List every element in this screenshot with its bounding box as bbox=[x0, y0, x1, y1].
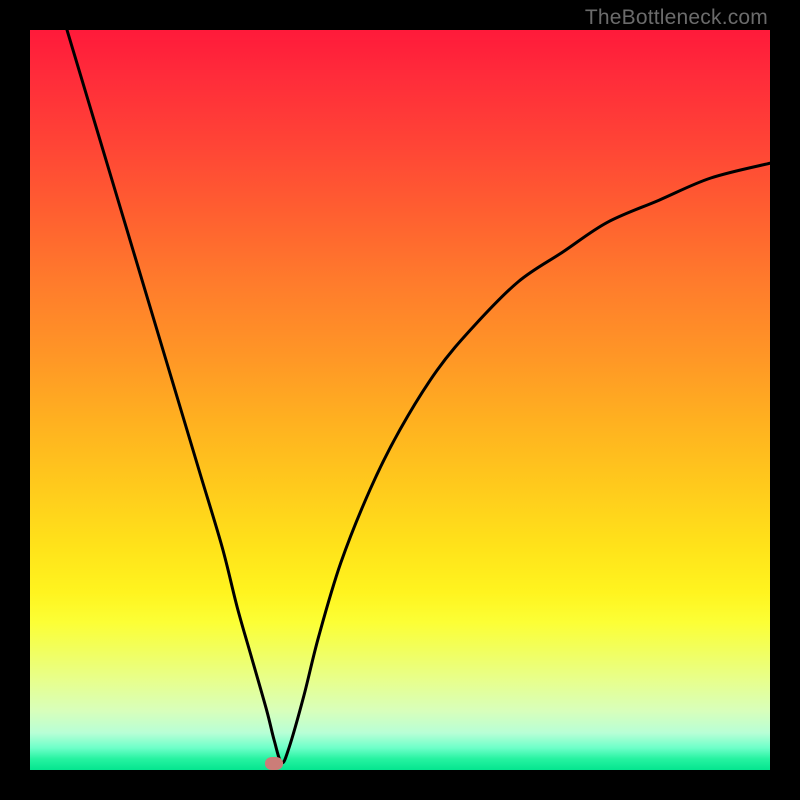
plot-area bbox=[30, 30, 770, 770]
attribution-text: TheBottleneck.com bbox=[585, 6, 768, 30]
bottleneck-curve bbox=[30, 30, 770, 770]
chart-frame: TheBottleneck.com bbox=[0, 0, 800, 800]
optimum-marker bbox=[265, 757, 283, 770]
